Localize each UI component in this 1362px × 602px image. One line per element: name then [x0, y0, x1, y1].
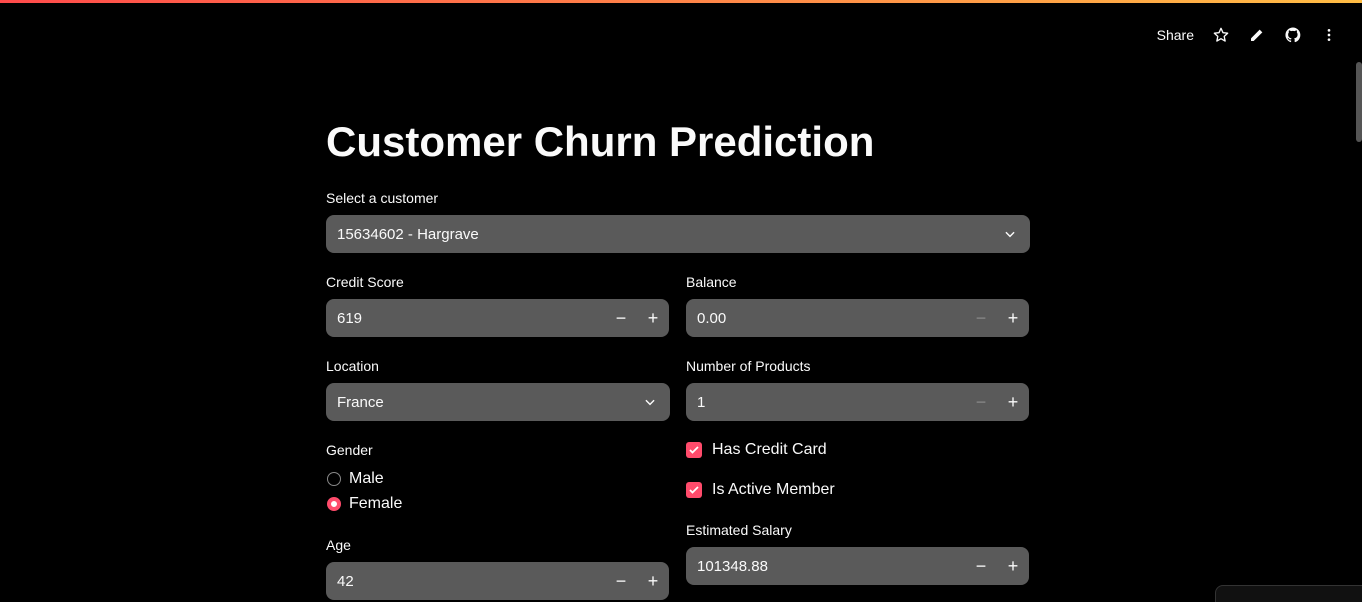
has-credit-card-label: Has Credit Card [712, 441, 827, 458]
top-decoration-bar [0, 0, 1362, 3]
share-button[interactable]: Share [1157, 27, 1194, 43]
estimated-salary-increment-button[interactable]: + [997, 547, 1029, 585]
bottom-right-widget[interactable] [1215, 585, 1362, 602]
estimated-salary-input[interactable]: 101348.88 − + [686, 547, 1029, 585]
customer-select-label: Select a customer [326, 190, 439, 206]
balance-value: 0.00 [697, 309, 727, 327]
star-icon[interactable] [1212, 26, 1230, 44]
estimated-salary-value: 101348.88 [697, 557, 768, 575]
page-title: Customer Churn Prediction [326, 118, 875, 165]
radio-selected-icon [327, 497, 341, 511]
gender-option-label: Male [349, 470, 384, 487]
customer-select-value: 15634602 - Hargrave [337, 225, 479, 243]
checkmark-icon [686, 442, 702, 458]
more-vertical-icon[interactable] [1320, 26, 1338, 44]
page-scrollbar[interactable] [1356, 62, 1362, 142]
gender-option-label: Female [349, 495, 403, 512]
num-products-label: Number of Products [686, 358, 811, 374]
checkmark-icon [686, 482, 702, 498]
has-credit-card-checkbox[interactable]: Has Credit Card [686, 441, 827, 459]
credit-score-label: Credit Score [326, 274, 404, 290]
num-products-decrement-button[interactable]: − [965, 383, 997, 421]
balance-increment-button[interactable]: + [997, 299, 1029, 337]
gender-radio-male[interactable]: Male [327, 470, 384, 488]
credit-score-input[interactable]: 619 − + [326, 299, 669, 337]
balance-input[interactable]: 0.00 − + [686, 299, 1029, 337]
num-products-input[interactable]: 1 − + [686, 383, 1029, 421]
gender-radio-female[interactable]: Female [327, 495, 402, 513]
location-select[interactable]: France [326, 383, 670, 421]
chevron-down-icon [630, 395, 670, 409]
credit-score-decrement-button[interactable]: − [605, 299, 637, 337]
age-increment-button[interactable]: + [637, 562, 669, 600]
gender-label: Gender [326, 442, 373, 458]
edit-pencil-icon[interactable] [1248, 26, 1266, 44]
balance-decrement-button[interactable]: − [965, 299, 997, 337]
age-value: 42 [337, 572, 354, 590]
balance-label: Balance [686, 274, 737, 290]
age-input[interactable]: 42 − + [326, 562, 669, 600]
location-label: Location [326, 358, 379, 374]
age-decrement-button[interactable]: − [605, 562, 637, 600]
app-toolbar: Share [1157, 26, 1338, 44]
is-active-member-checkbox[interactable]: Is Active Member [686, 481, 835, 499]
chevron-down-icon [990, 227, 1030, 241]
num-products-increment-button[interactable]: + [997, 383, 1029, 421]
radio-unselected-icon [327, 472, 341, 486]
customer-select[interactable]: 15634602 - Hargrave [326, 215, 1030, 253]
credit-score-increment-button[interactable]: + [637, 299, 669, 337]
estimated-salary-decrement-button[interactable]: − [965, 547, 997, 585]
is-active-member-label: Is Active Member [712, 481, 835, 498]
estimated-salary-label: Estimated Salary [686, 522, 792, 538]
github-icon[interactable] [1284, 26, 1302, 44]
num-products-value: 1 [697, 393, 706, 411]
location-select-value: France [337, 393, 384, 411]
credit-score-value: 619 [337, 309, 363, 327]
age-label: Age [326, 537, 351, 553]
